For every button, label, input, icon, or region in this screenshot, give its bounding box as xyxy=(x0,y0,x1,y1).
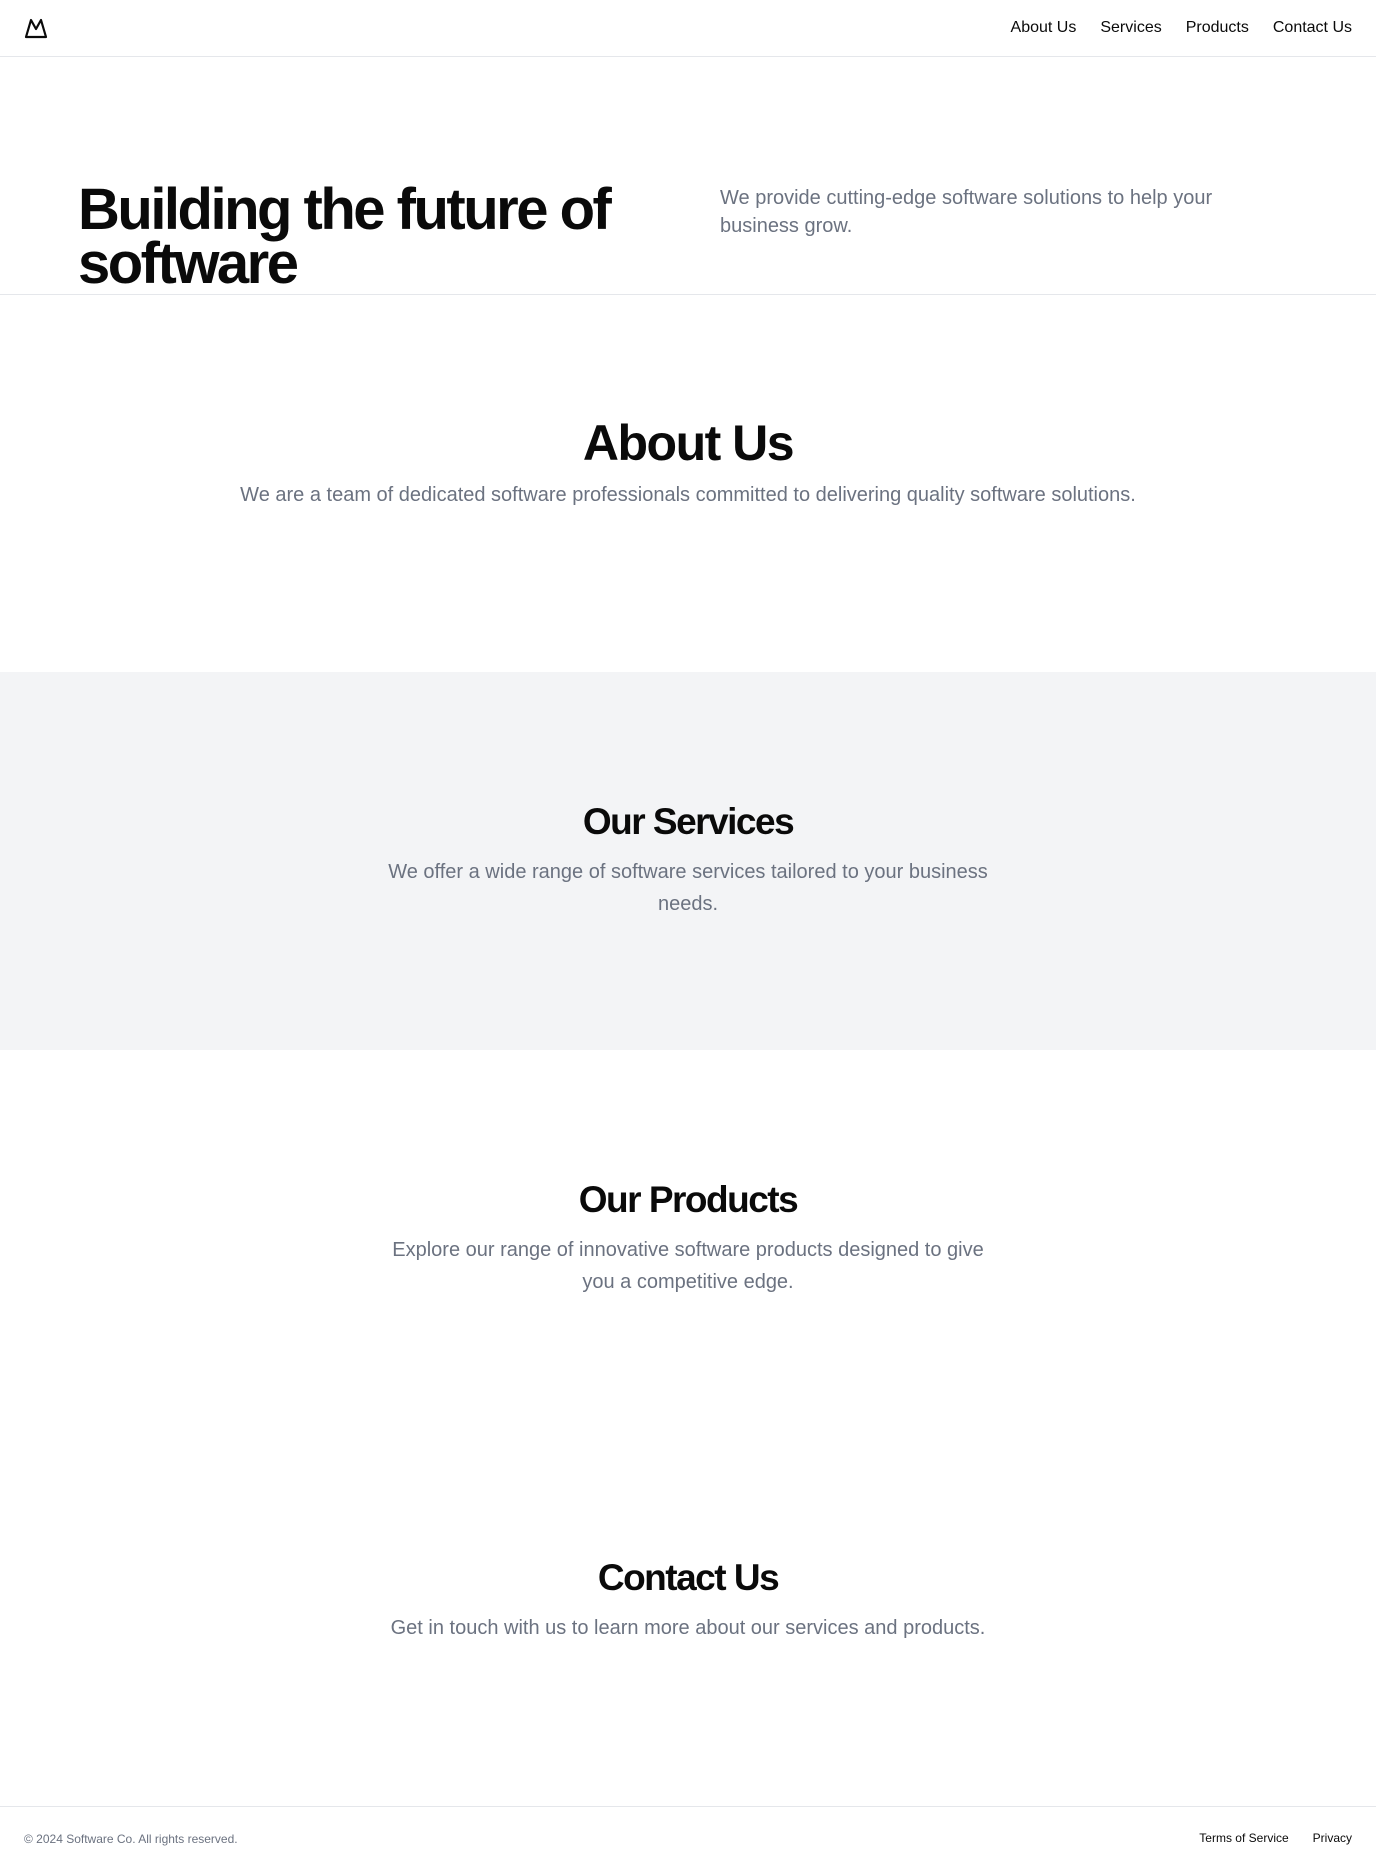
about-title: About Us xyxy=(582,415,795,471)
site-header: About Us Services Products Contact Us xyxy=(0,0,1376,57)
main-nav: About Us Services Products Contact Us xyxy=(1011,0,1352,56)
nav-link-services[interactable]: Services xyxy=(1100,19,1161,37)
about-description: We are a team of dedicated software prof… xyxy=(240,484,1136,506)
nav-link-products[interactable]: Products xyxy=(1186,19,1249,37)
products-title: Our Products xyxy=(578,1179,799,1220)
copyright-text: © 2024 Software Co. All rights reserved. xyxy=(24,1832,238,1846)
services-description: We offer a wide range of software servic… xyxy=(388,861,988,915)
mountain-logo-icon[interactable] xyxy=(24,16,48,40)
footer-links: Terms of Service Privacy xyxy=(1199,1831,1352,1845)
products-section: Our Products Explore our range of innova… xyxy=(0,1050,1376,1428)
terms-of-service-link[interactable]: Terms of Service xyxy=(1199,1831,1288,1845)
services-section: Our Services We offer a wide range of so… xyxy=(0,672,1376,1050)
nav-link-contact-us[interactable]: Contact Us xyxy=(1273,19,1352,37)
hero-section: Building the future of software We provi… xyxy=(0,57,1376,295)
contact-section: Contact Us Get in touch with us to learn… xyxy=(0,1428,1376,1806)
hero-title: Building the future of software xyxy=(78,177,612,296)
about-section: About Us We are a team of dedicated soft… xyxy=(0,295,1376,672)
site-footer: © 2024 Software Co. All rights reserved.… xyxy=(0,1806,1376,1871)
nav-link-about-us[interactable]: About Us xyxy=(1011,19,1077,37)
contact-description: Get in touch with us to learn more about… xyxy=(390,1617,986,1639)
privacy-link[interactable]: Privacy xyxy=(1313,1831,1352,1845)
products-description: Explore our range of innovative software… xyxy=(392,1239,984,1293)
contact-title: Contact Us xyxy=(597,1557,780,1598)
services-title: Our Services xyxy=(582,801,795,842)
hero-description: We provide cutting-edge software solutio… xyxy=(720,187,1213,237)
